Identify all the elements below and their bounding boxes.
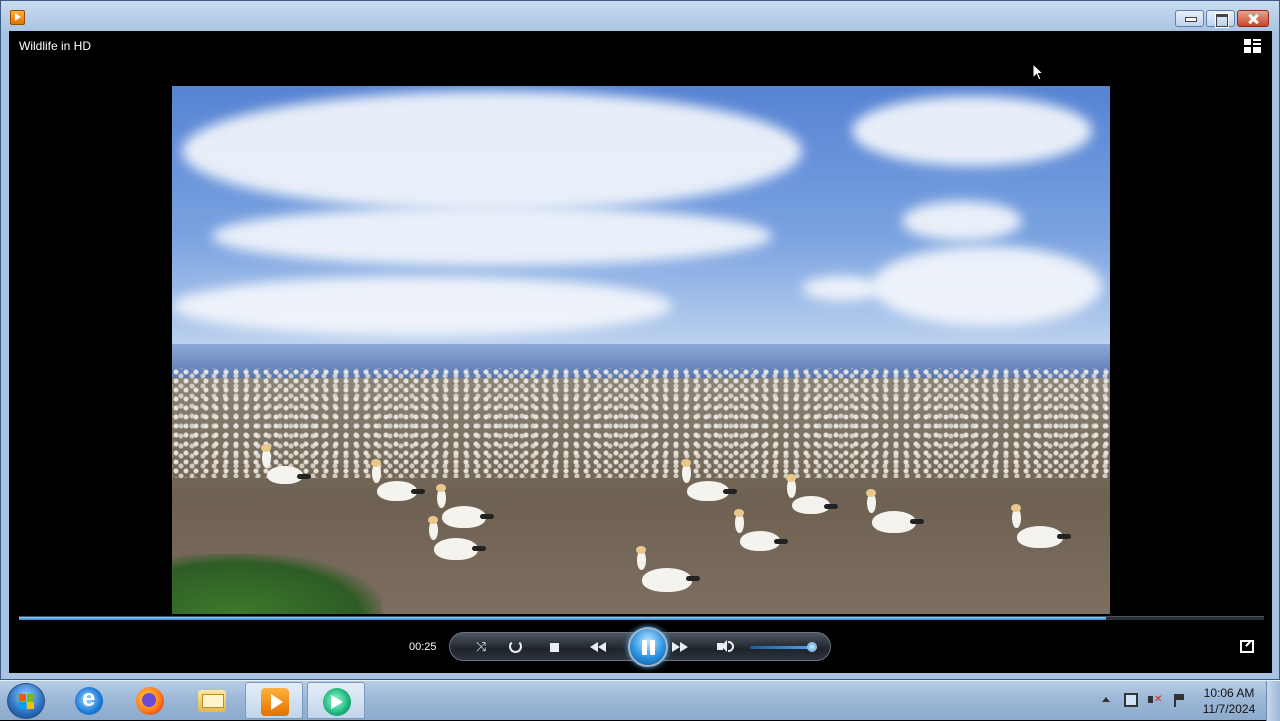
gannet xyxy=(636,546,700,592)
taskbar-file-explorer[interactable] xyxy=(183,682,241,719)
show-hidden-icons-icon[interactable] xyxy=(1102,697,1110,702)
next-button[interactable] xyxy=(670,639,694,655)
gannet xyxy=(866,489,924,533)
gannet xyxy=(734,509,788,551)
firefox-icon xyxy=(136,687,164,715)
media-title: Wildlife in HD xyxy=(19,39,92,53)
repeat-icon xyxy=(509,640,522,653)
mute-button[interactable] xyxy=(716,639,734,655)
playback-controls: ⤨ xyxy=(449,627,831,667)
shuffle-icon: ⤨ xyxy=(476,639,487,654)
previous-button[interactable] xyxy=(588,639,612,655)
stop-button[interactable] xyxy=(546,639,564,655)
repeat-button[interactable] xyxy=(507,639,525,655)
switch-to-library-button[interactable] xyxy=(1244,39,1262,54)
gannet xyxy=(1011,504,1071,548)
minimize-button[interactable] xyxy=(1175,10,1204,27)
taskbar-windows-media-player[interactable] xyxy=(245,682,303,719)
media-player-icon[interactable] xyxy=(10,10,25,25)
taskbar: 10:06 AM 11/7/2024 xyxy=(0,680,1280,721)
taskbar-firefox[interactable] xyxy=(121,682,179,719)
clock-date: 11/7/2024 xyxy=(1202,702,1256,716)
windows-media-center-icon xyxy=(323,688,351,716)
video-grass xyxy=(172,554,382,614)
window-controls xyxy=(1175,10,1269,28)
show-desktop-button[interactable] xyxy=(1266,681,1280,721)
gannet xyxy=(786,474,838,514)
notification-area xyxy=(1098,689,1188,713)
gannet xyxy=(371,459,425,501)
volume-slider[interactable] xyxy=(750,642,817,652)
switch-to-now-playing-button[interactable] xyxy=(1240,640,1254,653)
file-explorer-icon xyxy=(198,690,226,712)
maximize-icon xyxy=(1207,11,1234,28)
close-icon xyxy=(1238,11,1268,26)
minimize-icon xyxy=(1176,11,1203,26)
video-frame[interactable] xyxy=(172,86,1110,614)
taskbar-windows-media-center[interactable] xyxy=(307,682,365,719)
seek-bar[interactable] xyxy=(19,616,1264,620)
system-clock[interactable]: 10:06 AM 11/7/2024 xyxy=(1194,685,1264,717)
now-playing-area[interactable]: Wildlife in HD 00:25 ⤨ xyxy=(9,31,1272,673)
windows-media-player-icon xyxy=(261,688,289,716)
windows-logo-icon xyxy=(19,694,35,710)
volume-muted-icon[interactable] xyxy=(1148,693,1162,707)
bird-colony xyxy=(172,368,1110,478)
start-button[interactable] xyxy=(7,683,45,719)
volume-slider-thumb[interactable] xyxy=(806,642,817,652)
stop-icon xyxy=(550,643,559,652)
close-button[interactable] xyxy=(1237,10,1269,27)
maximize-button[interactable] xyxy=(1206,10,1235,28)
gannet xyxy=(261,444,311,484)
clock-time: 10:06 AM xyxy=(1203,686,1255,700)
taskbar-internet-explorer[interactable] xyxy=(60,682,118,719)
title-bar[interactable] xyxy=(1,1,1279,31)
pause-button[interactable] xyxy=(628,627,668,667)
seek-progress xyxy=(19,617,1106,620)
elapsed-time: 00:25 xyxy=(409,641,437,653)
shuffle-button[interactable]: ⤨ xyxy=(475,639,493,655)
internet-explorer-icon xyxy=(75,685,103,715)
action-center-flag-icon[interactable] xyxy=(1172,693,1186,707)
gannet xyxy=(436,484,494,528)
gannet xyxy=(681,459,737,501)
media-player-window: Wildlife in HD 00:25 ⤨ xyxy=(0,0,1280,680)
gannet xyxy=(428,516,486,560)
network-icon[interactable] xyxy=(1124,693,1138,707)
